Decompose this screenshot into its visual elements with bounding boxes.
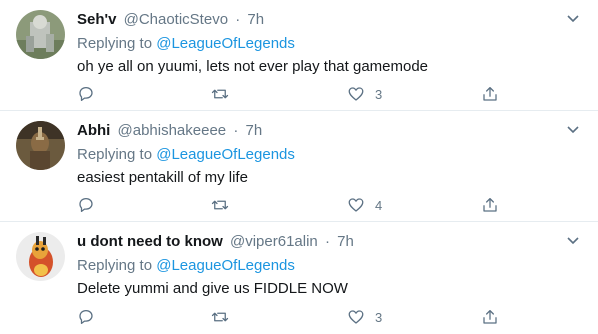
reply-icon xyxy=(77,196,95,214)
tweet-text: Delete yummi and give us FIDDLE NOW xyxy=(77,280,348,297)
share-button[interactable] xyxy=(481,194,499,216)
replying-label: Replying to xyxy=(77,146,153,163)
like-count: 3 xyxy=(375,86,383,102)
tweet-header: Seh'v @ChaoticStevo · 7h xyxy=(77,10,578,30)
user-handle[interactable]: @abhishakeeee xyxy=(118,122,227,139)
mention-link[interactable]: @LeagueOfLegends xyxy=(156,35,295,52)
display-name[interactable]: Abhi xyxy=(77,122,110,139)
timestamp[interactable]: 7h xyxy=(337,233,354,250)
like-button[interactable]: 4 xyxy=(347,194,382,216)
tweet-text: oh ye all on yuumi, lets not ever play t… xyxy=(77,58,429,75)
retweet-icon xyxy=(211,196,229,214)
share-icon xyxy=(481,308,499,326)
reply-feed: Seh'v @ChaoticStevo · 7h Replying to @Le… xyxy=(0,0,598,334)
replying-label: Replying to xyxy=(77,35,153,52)
heart-icon xyxy=(347,85,365,103)
chevron-down-icon[interactable] xyxy=(566,123,580,137)
reply-button[interactable] xyxy=(77,194,95,216)
share-icon xyxy=(481,196,499,214)
like-count: 4 xyxy=(375,197,383,213)
retweet-button[interactable] xyxy=(211,83,229,105)
like-button[interactable]: 3 xyxy=(347,83,382,105)
reply-icon xyxy=(77,85,95,103)
tweet-actions: 4 xyxy=(77,194,506,216)
tweet[interactable]: Seh'v @ChaoticStevo · 7h Replying to @Le… xyxy=(0,0,598,111)
tweet-header: u dont need to know @viper61alin · 7h xyxy=(77,232,578,252)
tweet-actions: 3 xyxy=(77,83,506,105)
replying-label: Replying to xyxy=(77,257,153,274)
retweet-icon xyxy=(211,85,229,103)
tweet-actions: 3 xyxy=(77,306,506,328)
separator: · xyxy=(235,11,241,28)
tweet-text: easiest pentakill of my life xyxy=(77,169,248,186)
mention-link[interactable]: @LeagueOfLegends xyxy=(156,146,295,163)
share-icon xyxy=(481,85,499,103)
replying-to: Replying to @LeagueOfLegends xyxy=(77,145,578,165)
reply-icon xyxy=(77,308,95,326)
display-name[interactable]: u dont need to know xyxy=(77,233,223,250)
retweet-button[interactable] xyxy=(211,194,229,216)
chevron-down-icon[interactable] xyxy=(566,234,580,248)
avatar[interactable] xyxy=(16,121,65,170)
display-name[interactable]: Seh'v xyxy=(77,11,116,28)
tweet-header: Abhi @abhishakeeee · 7h xyxy=(77,121,578,141)
avatar[interactable] xyxy=(16,232,65,281)
heart-icon xyxy=(347,196,365,214)
user-handle[interactable]: @ChaoticStevo xyxy=(124,11,228,28)
reply-button[interactable] xyxy=(77,83,95,105)
tweet[interactable]: Abhi @abhishakeeee · 7h Replying to @Lea… xyxy=(0,111,598,222)
timestamp[interactable]: 7h xyxy=(245,122,262,139)
retweet-icon xyxy=(211,308,229,326)
separator: · xyxy=(233,122,239,139)
mention-link[interactable]: @LeagueOfLegends xyxy=(156,257,295,274)
replying-to: Replying to @LeagueOfLegends xyxy=(77,34,578,54)
reply-button[interactable] xyxy=(77,306,95,328)
retweet-button[interactable] xyxy=(211,306,229,328)
like-button[interactable]: 3 xyxy=(347,306,382,328)
heart-icon xyxy=(347,308,365,326)
tweet[interactable]: u dont need to know @viper61alin · 7h Re… xyxy=(0,222,598,334)
avatar[interactable] xyxy=(16,10,65,59)
chevron-down-icon[interactable] xyxy=(566,12,580,26)
share-button[interactable] xyxy=(481,306,499,328)
share-button[interactable] xyxy=(481,83,499,105)
user-handle[interactable]: @viper61alin xyxy=(230,233,318,250)
like-count: 3 xyxy=(375,309,383,325)
separator: · xyxy=(324,233,330,250)
replying-to: Replying to @LeagueOfLegends xyxy=(77,256,578,276)
timestamp[interactable]: 7h xyxy=(247,11,264,28)
